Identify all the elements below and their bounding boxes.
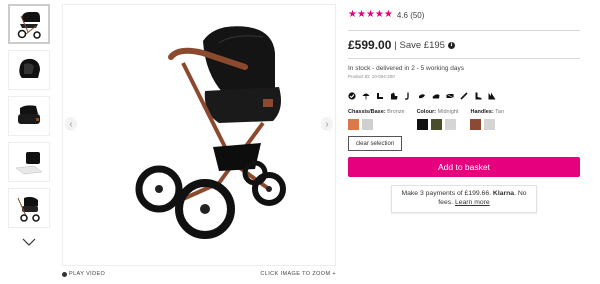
colour-swatch-grey[interactable] (444, 119, 456, 130)
chassis-swatch-bronze[interactable] (348, 119, 359, 130)
colour-swatch-midnight[interactable] (416, 119, 428, 130)
price: £599.00 (348, 38, 392, 52)
save-amount: | Save £195 (394, 39, 445, 51)
seat-icon[interactable] (376, 92, 384, 100)
thumbnail-carry-cot[interactable] (8, 96, 50, 136)
play-icon (62, 271, 67, 277)
star-half-icon: ★ (383, 9, 393, 20)
divider (348, 58, 580, 59)
foot-muff-icon[interactable] (418, 92, 426, 100)
changing-bag-thumb-image (15, 152, 43, 175)
check-icon[interactable] (348, 92, 356, 100)
klarna-text-tail: . No (514, 190, 527, 197)
info-icon[interactable]: i (447, 41, 455, 49)
clear-selection-button[interactable]: clear selection (348, 136, 402, 151)
colour-swatches (416, 119, 459, 130)
next-image-button[interactable]: › (321, 117, 333, 131)
play-video-label: PLAY VIDEO (69, 271, 106, 277)
handles-option: Handles: Tan (470, 109, 504, 130)
rating-stars: ★ ★ ★ ★ ★ (348, 10, 393, 20)
chevron-down-icon (22, 238, 36, 246)
thumbnails-scroll-down-button[interactable] (8, 234, 50, 250)
thumbnail-changing-bag[interactable] (8, 142, 50, 182)
colour-option: Colour: Midnight (416, 109, 459, 130)
klarna-brand: Klarna (492, 190, 515, 197)
chassis-swatch-silver[interactable] (362, 119, 373, 130)
main-product-image[interactable]: ‹ › (62, 4, 336, 266)
carry-cot-thumb-image (18, 105, 40, 124)
image-actions: PLAY VIDEO CLICK IMAGE TO ZOOM + (62, 271, 336, 277)
thumbnail-stroller[interactable] (8, 4, 50, 44)
car-seat-icon[interactable] (390, 92, 398, 100)
klarna-info: Make 3 payments of £199.66. Klarna. No f… (391, 185, 537, 213)
handles-swatch-tan[interactable] (470, 119, 482, 130)
product-options: Chassis/Base: Bronze Colour: Midnight Ha… (348, 109, 580, 130)
add-to-basket-button[interactable]: Add to basket (348, 157, 580, 177)
klarna-text: Make 3 payments of £199.66. (401, 190, 492, 197)
adapters-icon[interactable] (488, 92, 496, 100)
star-icon: ★ (374, 9, 384, 20)
stroller-thumb-image (17, 12, 41, 39)
rating-row[interactable]: ★ ★ ★ ★ ★ 4.6 (50) (348, 8, 580, 22)
stroller-image (135, 26, 286, 239)
thumbnail-list (8, 4, 52, 250)
previous-image-button[interactable]: ‹ (65, 117, 77, 131)
cot-icon[interactable] (432, 92, 440, 100)
chassis-swatches (348, 119, 405, 130)
colour-value: Midnight (437, 109, 459, 115)
thumbnail-car-seat[interactable] (8, 50, 50, 90)
rating-text: 4.6 (50) (396, 10, 425, 20)
divider (348, 30, 580, 31)
handles-label: Handles: (470, 109, 494, 115)
colour-swatch-olive[interactable] (430, 119, 442, 130)
feature-icons (348, 91, 580, 101)
chassis-option: Chassis/Base: Bronze (348, 109, 405, 130)
handles-swatch-grey[interactable] (484, 119, 496, 130)
product-panel: ★ ★ ★ ★ ★ 4.6 (50) £599.00 | Save £195 i… (348, 8, 580, 213)
learn-more-link[interactable]: Learn more (455, 199, 490, 206)
handles-swatches (470, 119, 504, 130)
star-icon: ★ (348, 9, 357, 20)
chassis-value: Bronze (387, 109, 405, 115)
car-seat-thumb-image (19, 58, 40, 78)
chassis-label: Chassis/Base: (348, 109, 386, 115)
boot-icon[interactable] (474, 92, 482, 100)
stock-status: In stock - delivered in 2 - 5 working da… (348, 65, 464, 72)
product-id: Product ID: 10-004-200 (348, 74, 395, 79)
stroller-side-thumb-image (17, 196, 40, 222)
thumbnail-stroller-side[interactable] (8, 188, 50, 228)
chevron-left-icon: ‹ (69, 118, 73, 130)
star-icon: ★ (365, 9, 375, 20)
klarna-fees: fees. (438, 199, 454, 206)
bag-icon[interactable] (404, 92, 412, 100)
colour-label: Colour: (416, 109, 437, 115)
rain-cover-icon[interactable] (460, 92, 468, 100)
chevron-right-icon: › (325, 118, 329, 130)
star-icon: ★ (356, 9, 366, 20)
price-row: £599.00 | Save £195 i (348, 38, 580, 52)
handles-value: Tan (495, 109, 505, 115)
zoom-hint[interactable]: CLICK IMAGE TO ZOOM + (260, 271, 336, 277)
mattress-icon[interactable] (446, 92, 454, 100)
umbrella-icon[interactable] (362, 92, 370, 100)
play-video-link[interactable]: PLAY VIDEO (62, 271, 105, 277)
